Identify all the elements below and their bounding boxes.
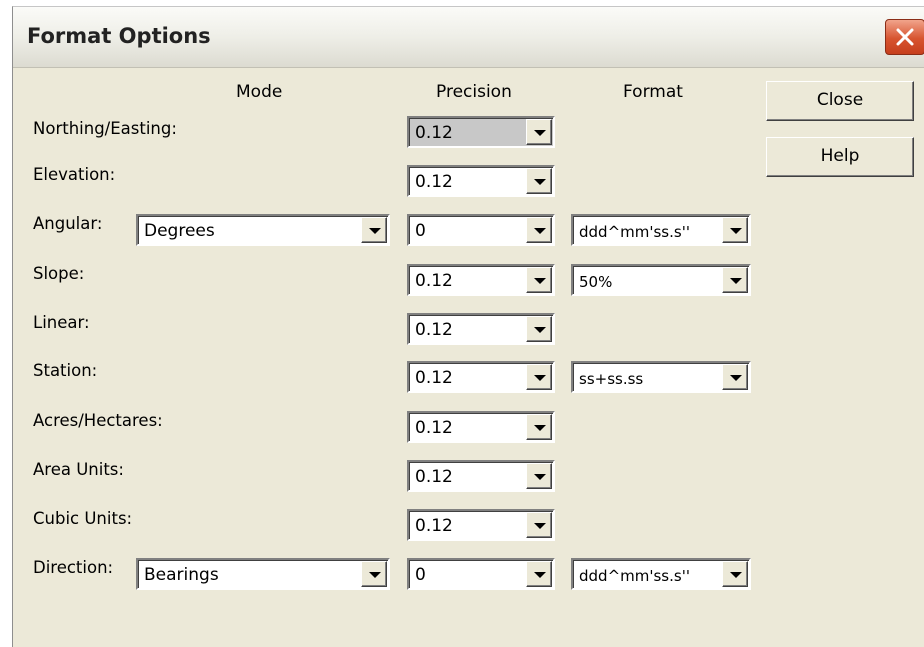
angular-mode-value: Degrees	[144, 221, 215, 241]
northing-easting-precision-select[interactable]: 0.12	[407, 116, 555, 148]
chevron-down-icon[interactable]	[526, 364, 552, 390]
slope-format-value: 50%	[579, 273, 613, 291]
direction-format-select[interactable]: ddd^mm'ss.s''	[571, 558, 751, 590]
chevron-down-icon[interactable]	[722, 364, 748, 390]
area-units-precision-value: 0.12	[415, 467, 453, 487]
angular-mode-select[interactable]: Degrees	[136, 214, 390, 246]
cubic-units-precision-value: 0.12	[415, 516, 453, 536]
chevron-down-icon[interactable]	[722, 561, 748, 587]
close-window-button[interactable]	[885, 19, 924, 55]
linear-precision-select[interactable]: 0.12	[407, 313, 555, 345]
chevron-down-icon[interactable]	[722, 267, 748, 293]
northing-easting-label: Northing/Easting:	[33, 119, 177, 138]
linear-precision-value: 0.12	[415, 320, 453, 340]
angular-format-value: ddd^mm'ss.s''	[579, 223, 690, 241]
close-button[interactable]: Close	[766, 81, 914, 121]
chevron-down-icon[interactable]	[526, 316, 552, 342]
slope-precision-value: 0.12	[415, 271, 453, 291]
chevron-down-icon[interactable]	[526, 168, 552, 194]
angular-precision-value: 0	[415, 221, 426, 241]
direction-precision-select[interactable]: 0	[407, 558, 555, 590]
station-format-select[interactable]: ss+ss.ss	[571, 361, 751, 393]
angular-precision-select[interactable]: 0	[407, 214, 555, 246]
help-button[interactable]: Help	[766, 137, 914, 177]
chevron-down-icon[interactable]	[526, 463, 552, 489]
chevron-down-icon[interactable]	[526, 267, 552, 293]
format-header: Format	[623, 82, 683, 102]
elevation-precision-select[interactable]: 0.12	[407, 165, 555, 197]
direction-mode-select[interactable]: Bearings	[136, 558, 390, 590]
station-label: Station:	[33, 361, 98, 380]
chevron-down-icon[interactable]	[526, 217, 552, 243]
slope-precision-select[interactable]: 0.12	[407, 264, 555, 296]
station-precision-value: 0.12	[415, 368, 453, 388]
cubic-units-precision-select[interactable]: 0.12	[407, 509, 555, 541]
chevron-down-icon[interactable]	[526, 119, 552, 145]
station-format-value: ss+ss.ss	[579, 370, 644, 388]
cubic-units-label: Cubic Units:	[33, 509, 133, 528]
elevation-precision-value: 0.12	[415, 172, 453, 192]
close-icon	[896, 28, 914, 46]
direction-format-value: ddd^mm'ss.s''	[579, 567, 690, 585]
station-precision-select[interactable]: 0.12	[407, 361, 555, 393]
acres-hectares-precision-value: 0.12	[415, 418, 453, 438]
chevron-down-icon[interactable]	[526, 561, 552, 587]
direction-mode-value: Bearings	[144, 565, 219, 585]
mode-header: Mode	[236, 82, 283, 102]
linear-label: Linear:	[33, 313, 90, 332]
slope-label: Slope:	[33, 264, 85, 283]
dialog-title: Format Options	[27, 24, 211, 48]
slope-format-select[interactable]: 50%	[571, 264, 751, 296]
direction-precision-value: 0	[415, 565, 426, 585]
area-units-label: Area Units:	[33, 460, 124, 479]
precision-header: Precision	[436, 82, 512, 102]
chevron-down-icon[interactable]	[361, 561, 387, 587]
acres-hectares-label: Acres/Hectares:	[33, 411, 163, 430]
chevron-down-icon[interactable]	[526, 512, 552, 538]
acres-hectares-precision-select[interactable]: 0.12	[407, 411, 555, 443]
chevron-down-icon[interactable]	[526, 414, 552, 440]
direction-label: Direction:	[33, 558, 114, 577]
chevron-down-icon[interactable]	[722, 217, 748, 243]
chevron-down-icon[interactable]	[361, 217, 387, 243]
elevation-label: Elevation:	[33, 165, 116, 184]
northing-easting-precision-value: 0.12	[415, 123, 453, 143]
angular-format-select[interactable]: ddd^mm'ss.s''	[571, 214, 751, 246]
angular-label: Angular:	[33, 214, 103, 233]
area-units-precision-select[interactable]: 0.12	[407, 460, 555, 492]
title-bar: Format Options	[13, 7, 924, 68]
